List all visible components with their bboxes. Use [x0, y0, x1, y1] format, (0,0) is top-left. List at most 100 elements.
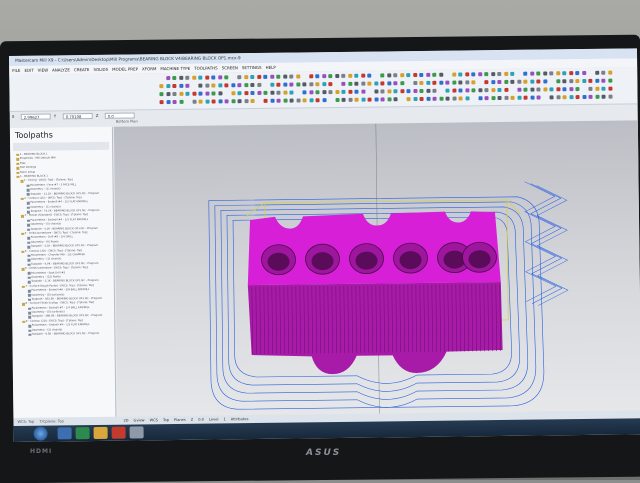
menu-edit[interactable]: EDIT [24, 66, 33, 75]
toolbar-button-icon[interactable] [568, 79, 573, 84]
toolbar-button-icon[interactable] [244, 99, 249, 104]
toolbar-button-icon[interactable] [230, 83, 235, 88]
toolbar-button-icon[interactable] [569, 95, 574, 100]
toolbar-button-icon[interactable] [263, 74, 268, 79]
toolbar-button-icon[interactable] [198, 75, 203, 80]
toolbar-button-icon[interactable] [471, 72, 476, 77]
toolbar-button-icon[interactable] [549, 95, 554, 100]
toolbar-button-icon[interactable] [256, 82, 261, 87]
toolbar-button-icon[interactable] [243, 75, 248, 80]
toolbar-button-icon[interactable] [328, 74, 333, 79]
toolbar-button-icon[interactable] [270, 98, 275, 103]
toolbar-button-icon[interactable] [516, 79, 521, 84]
toolbar-button-icon[interactable] [529, 71, 534, 76]
toolbar-button-icon[interactable] [276, 98, 281, 103]
toolbar-button-icon[interactable] [282, 90, 287, 95]
toolbar-button-icon[interactable] [360, 73, 365, 78]
toolbar-button-icon[interactable] [607, 70, 612, 75]
toolbar-button-icon[interactable] [373, 89, 378, 94]
toolbar-button-icon[interactable] [243, 83, 248, 88]
toolbar-button-icon[interactable] [406, 89, 411, 94]
toolbar-button-icon[interactable] [445, 88, 450, 93]
toolbar-button-icon[interactable] [484, 96, 489, 101]
toolbar-button-icon[interactable] [328, 90, 333, 95]
toolbar-button-icon[interactable] [386, 73, 391, 78]
toolbar-button-icon[interactable] [588, 86, 593, 91]
toolbar-button-icon[interactable] [283, 98, 288, 103]
z-coordinate-field[interactable]: 0.0 [104, 111, 135, 119]
toolbar-button-icon[interactable] [204, 75, 209, 80]
toolbar-button-icon[interactable] [523, 87, 528, 92]
toolbar-button-icon[interactable] [601, 70, 606, 75]
toolbar-button-icon[interactable] [458, 88, 463, 93]
toolbar-button-icon[interactable] [523, 71, 528, 76]
toolbar-button-icon[interactable] [536, 71, 541, 76]
toolbar-button-icon[interactable] [594, 86, 599, 91]
status-item[interactable]: 2D [123, 417, 128, 425]
toolbar-button-icon[interactable] [224, 99, 229, 104]
x-coordinate-field[interactable]: 2.99627 [20, 112, 51, 120]
toolbar-button-icon[interactable] [549, 71, 554, 76]
toolbar-button-icon[interactable] [581, 78, 586, 84]
toolbar-button-icon[interactable] [360, 81, 365, 86]
toolbar-button-icon[interactable] [243, 91, 248, 96]
toolbar-button-icon[interactable] [269, 74, 274, 79]
menu-toolpaths[interactable]: TOOLPATHS [194, 63, 218, 72]
toolbar-button-icon[interactable] [217, 91, 222, 96]
toolbar-button-icon[interactable] [438, 72, 443, 77]
toolbar-button-icon[interactable] [250, 75, 255, 80]
toolbar-button-icon[interactable] [451, 88, 456, 93]
toolbar-button-icon[interactable] [497, 71, 502, 77]
toolbar-button-icon[interactable] [224, 75, 229, 80]
toolbar-button-icon[interactable] [523, 79, 528, 84]
toolbar-button-icon[interactable] [465, 96, 470, 101]
toolbar-button-icon[interactable] [308, 82, 313, 87]
toolbar-button-icon[interactable] [568, 87, 573, 92]
menu-solids[interactable]: SOLIDS [93, 65, 108, 74]
toolbar-button-icon[interactable] [432, 80, 437, 85]
toolbar-button-icon[interactable] [178, 75, 183, 80]
toolbar-button-icon[interactable] [172, 83, 177, 89]
toolbar-button-icon[interactable] [425, 80, 430, 85]
toolbar-button-icon[interactable] [530, 95, 535, 100]
toolbar-button-icon[interactable] [263, 90, 268, 95]
toolbar-button-icon[interactable] [211, 83, 216, 88]
toolbar-button-icon[interactable] [334, 89, 339, 95]
toolbar-button-icon[interactable] [419, 72, 424, 77]
toolbar-button-icon[interactable] [315, 90, 320, 95]
toolbar-button-icon[interactable] [308, 90, 313, 95]
toolbar-button-icon[interactable] [464, 72, 469, 77]
toolbar-button-icon[interactable] [426, 96, 431, 101]
toolbar-button-icon[interactable] [328, 82, 333, 87]
toolbar-button-icon[interactable] [347, 81, 352, 86]
toolbar-button-icon[interactable] [321, 82, 326, 87]
toolbar-button-icon[interactable] [562, 95, 567, 100]
toolbar-button-icon[interactable] [490, 80, 495, 85]
toolbar-button-icon[interactable] [289, 98, 294, 103]
toolbar-button-icon[interactable] [237, 75, 242, 80]
toolbar-button-icon[interactable] [211, 99, 216, 104]
menu-analyze[interactable]: ANALYZE [52, 65, 70, 74]
toolbar-button-icon[interactable] [575, 79, 580, 84]
toolbar-button-icon[interactable] [575, 71, 580, 76]
status-item[interactable]: Gview [133, 416, 145, 424]
toolbar-button-icon[interactable] [296, 98, 301, 103]
toolbar-button-icon[interactable] [595, 94, 600, 99]
status-item[interactable]: Attributes [231, 415, 249, 423]
toolbar-button-icon[interactable] [282, 74, 287, 79]
toolbar-button-icon[interactable] [497, 87, 502, 93]
toolbar-button-icon[interactable] [315, 98, 320, 103]
toolbar-button-icon[interactable] [204, 83, 209, 88]
toolbar-button-icon[interactable] [503, 79, 508, 84]
toolbar-button-icon[interactable] [601, 86, 606, 91]
toolbar-button-icon[interactable] [178, 91, 184, 96]
toolbar-button-icon[interactable] [393, 97, 398, 102]
menu-machine-type[interactable]: MACHINE TYPE [160, 64, 190, 73]
toolbar-button-icon[interactable] [484, 88, 489, 93]
toolbar-button-icon[interactable] [204, 91, 209, 96]
toolbar-button-icon[interactable] [309, 98, 314, 103]
toolbar-button-icon[interactable] [321, 74, 326, 79]
toolbar-button-icon[interactable] [380, 73, 385, 78]
toolbar-button-icon[interactable] [555, 79, 560, 84]
toolbar-button-icon[interactable] [315, 74, 320, 79]
